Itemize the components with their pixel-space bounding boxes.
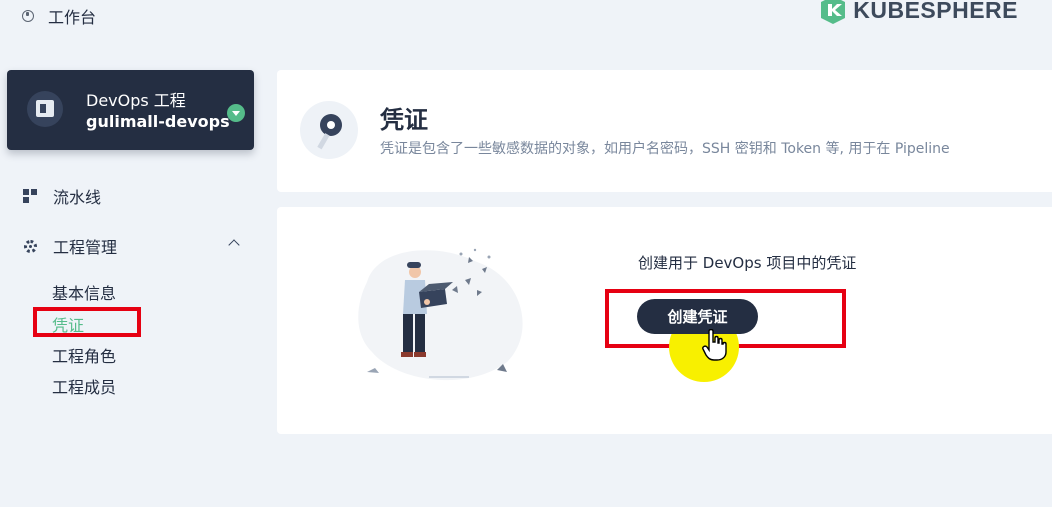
nav-pipeline-label: 流水线 [53,188,102,207]
project-selector[interactable]: DevOps 工程 gulimall-devops [7,70,254,150]
page-title: 凭证 [380,106,428,134]
key-icon [300,101,358,159]
nav-project-management-label: 工程管理 [53,238,118,257]
empty-state-text: 创建用于 DevOps 项目中的凭证 [638,254,857,272]
workbench-link[interactable]: 工作台 [22,4,96,28]
page-description: 凭证是包含了一些敏感数据的对象，如用户名密码，SSH 密钥和 Token 等, … [380,141,950,157]
nav-basic-info[interactable]: 基本信息 [52,280,116,304]
nav-pipeline[interactable]: 流水线 [23,184,101,208]
gear-icon [24,239,37,253]
project-name: gulimall-devops [86,112,230,131]
chevron-up-icon [228,239,240,251]
workbench-icon [22,10,34,22]
annotation-box-credentials-nav [33,307,141,337]
project-type: DevOps 工程 [86,91,186,110]
logo-text: KUBESPHERE [853,0,1018,23]
nav-project-roles[interactable]: 工程角色 [52,343,116,367]
project-status-chevron-down-icon[interactable] [227,104,245,122]
empty-state-panel: 创建用于 DevOps 项目中的凭证 创建凭证 [277,207,1052,434]
pipeline-icon [23,189,37,203]
nav-project-members[interactable]: 工程成员 [52,374,116,398]
create-credential-button-label: 创建凭证 [667,308,728,326]
page-header: 凭证 凭证是包含了一些敏感数据的对象，如用户名密码，SSH 密钥和 Token … [277,70,1052,192]
workbench-label: 工作台 [48,8,97,27]
kubesphere-logo-icon [821,0,846,24]
empty-state-illustration [358,248,523,381]
create-credential-button[interactable]: 创建凭证 [637,299,758,334]
nav-project-management[interactable]: 工程管理 [24,234,244,258]
project-icon [27,91,63,127]
kubesphere-logo[interactable]: KUBESPHERE [819,0,1018,24]
top-bar: 工作台 KUBESPHERE [0,0,1052,34]
hand-cursor-icon [702,329,727,361]
